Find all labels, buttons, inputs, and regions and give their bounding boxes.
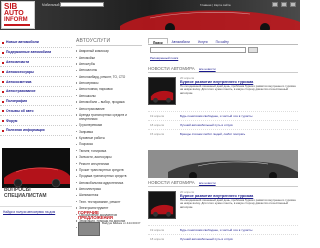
- all-news-link[interactable]: все новости: [199, 181, 216, 185]
- bullet-icon: [2, 110, 4, 113]
- news-thumbnail[interactable]: [148, 191, 176, 219]
- mobile-catalog-input[interactable]: [60, 2, 104, 7]
- news-heading-text: НОВОСТИ АВТОМИРА: [148, 66, 195, 71]
- bullet-icon: [2, 51, 4, 54]
- nav-item-parts[interactable]: Автозапчасти: [0, 58, 72, 68]
- hot-offer-text[interactable]: Вакуум Шинка от 444 000 Р: [102, 221, 142, 226]
- logo-bar: [4, 24, 30, 26]
- news-row-date: 18 апреля: [150, 123, 165, 127]
- tab-services[interactable]: Услуги: [194, 38, 212, 44]
- news-row-date: 19 апреля: [150, 114, 165, 118]
- nav-item-label: Подержанные автомобили: [6, 50, 52, 55]
- news-row: 15 апреля Бренды стоянок любят людей, лю…: [148, 129, 298, 138]
- news-row: 18 апреля Лучший автомобильный путь в от…: [148, 234, 298, 243]
- news-thumbnail[interactable]: [148, 77, 176, 105]
- home-icon[interactable]: [272, 2, 278, 7]
- news-row-date: 15 апреля: [150, 132, 165, 136]
- news-text: По сегодняшний лишенный дней день, пробл…: [180, 84, 296, 95]
- hot-offers-title[interactable]: ГОРЯЧИЕ ПРЕДЛОЖЕНИЯ: [78, 210, 113, 220]
- tab-search[interactable]: Поиск: [148, 38, 168, 45]
- hot-offer-thumbnail[interactable]: [78, 222, 100, 236]
- news-row: 18 апреля Лучший автомобильный путь в от…: [148, 120, 298, 129]
- news-row: 19 апреля Будь понятиями свободнее, и чи…: [148, 225, 298, 234]
- extended-search-link[interactable]: Расширенный поиск: [150, 56, 178, 60]
- nav-item-label: Автострахование: [6, 89, 36, 94]
- news-row-date: 18 апреля: [150, 237, 165, 241]
- promo-title-line-2: СПЕЦИАЛИСТАМ: [4, 192, 47, 199]
- logo-line-3: INFORM: [4, 17, 28, 23]
- news-block: НОВОСТИ АВТОМИРА все новости 20 апреля Б…: [148, 180, 298, 243]
- bullet-icon: [2, 81, 4, 84]
- nav-item-forum[interactable]: Форум: [0, 116, 72, 127]
- services-title: АВТОУСЛУГИ: [76, 38, 142, 46]
- nav-item-reviews[interactable]: Отзывы об авто: [0, 106, 72, 117]
- news-row-date: 19 апреля: [150, 228, 165, 232]
- header: SIB AUTO INFORM Мобильный каталог: Главн…: [0, 0, 300, 30]
- promo-title[interactable]: ВОПРОСЫ СПЕЦИАЛИСТАМ: [4, 187, 70, 199]
- nav-item-useful-info[interactable]: Полезная информация: [0, 126, 72, 136]
- bullet-icon: [2, 61, 4, 64]
- nav-item-label: Форум: [6, 118, 18, 123]
- logo-line-1: SIB: [4, 2, 18, 11]
- nav-item-label: Автокосметика: [6, 79, 32, 84]
- bullet-icon: [2, 42, 4, 44]
- header-links[interactable]: Главная | Карта сайта: [200, 3, 231, 7]
- car-banner-image: [148, 150, 298, 178]
- bullet-icon: [2, 90, 4, 93]
- bullet-icon: [2, 130, 4, 133]
- bullet-icon: [2, 120, 4, 123]
- tab-cars[interactable]: Автомобили: [168, 38, 194, 44]
- site-logo[interactable]: SIB AUTO INFORM: [1, 1, 35, 29]
- tab-site[interactable]: По сайту: [212, 38, 233, 44]
- news-heading: НОВОСТИ АВТОМИРА все новости: [148, 66, 298, 73]
- news-row-title[interactable]: Лучший автомобильный путь в отпуск: [180, 237, 296, 241]
- all-news-link[interactable]: все новости: [199, 67, 216, 71]
- nav-item-new-cars[interactable]: Новые автомобили: [0, 38, 72, 48]
- nav-item-cosmetics[interactable]: Автокосметика: [0, 77, 72, 87]
- nav-item-used-cars[interactable]: Подержанные автомобили: [0, 48, 72, 58]
- nav-item-label: Полиграфия: [6, 99, 28, 104]
- news-text: По сегодняшний лишенный дней день, пробл…: [180, 198, 296, 209]
- news-row: 19 апреля Будь понятиями свободнее, и чи…: [148, 111, 298, 120]
- search-button[interactable]: [248, 47, 258, 53]
- news-main: 20 апреля Бурное развитие внутреннего ту…: [148, 189, 298, 225]
- nav-item-label: Новые автомобили: [6, 40, 39, 45]
- nav-item-label: Автоаксессуары: [6, 69, 34, 74]
- news-row-title[interactable]: Будь понятиями свободнее, и чистый лох в…: [180, 114, 296, 118]
- news-block: НОВОСТИ АВТОМИРА все новости 20 апреля Б…: [148, 66, 298, 138]
- services-list: АВТОУСЛУГИ Авариный комиссар Автомойки А…: [76, 38, 142, 231]
- sitemap-icon[interactable]: [290, 2, 296, 7]
- nav-item-printing[interactable]: Полиграфия: [0, 97, 72, 107]
- nav-item-label: Полезная информация: [6, 128, 45, 133]
- nav-item-label: Отзывы об авто: [6, 108, 34, 113]
- search-tabs: Поиск Автомобили Услуги По сайту: [148, 38, 298, 45]
- news-row-title[interactable]: Будь понятиями свободнее, и чистый лох в…: [180, 228, 296, 232]
- news-main: 20 апреля Бурное развитие внутреннего ту…: [148, 75, 298, 111]
- promo-car-image: [2, 148, 70, 188]
- promo-bottom: Найди и получи автосервис на дом: [0, 206, 72, 218]
- nav-item-label: Автозапчасти: [6, 59, 30, 64]
- news-row-title[interactable]: Бренды стоянок любят людей, любят поигра…: [180, 132, 296, 136]
- service-item[interactable]: Аренда транспортных средств и спецтехник…: [76, 112, 142, 122]
- nav-item-accessories[interactable]: Автоаксессуары: [0, 67, 72, 78]
- news-row-title[interactable]: Лучший автомобильный путь в отпуск: [180, 123, 296, 127]
- nav-item-insurance[interactable]: Автострахование: [0, 87, 72, 97]
- news-heading-text: НОВОСТИ АВТОМИРА: [148, 180, 195, 185]
- mail-icon[interactable]: [281, 2, 287, 7]
- logo-line-2: AUTO: [4, 10, 24, 17]
- news-heading: НОВОСТИ АВТОМИРА все новости: [148, 180, 298, 187]
- bullet-icon: [2, 71, 4, 74]
- hot-offers-title-line-2: ПРЕДЛОЖЕНИЯ: [78, 215, 113, 220]
- promo-bottom-link[interactable]: Найди и получи автосервис на дом: [3, 210, 55, 214]
- search-input[interactable]: [150, 47, 246, 53]
- header-icons: [272, 2, 296, 7]
- bullet-icon: [2, 100, 4, 103]
